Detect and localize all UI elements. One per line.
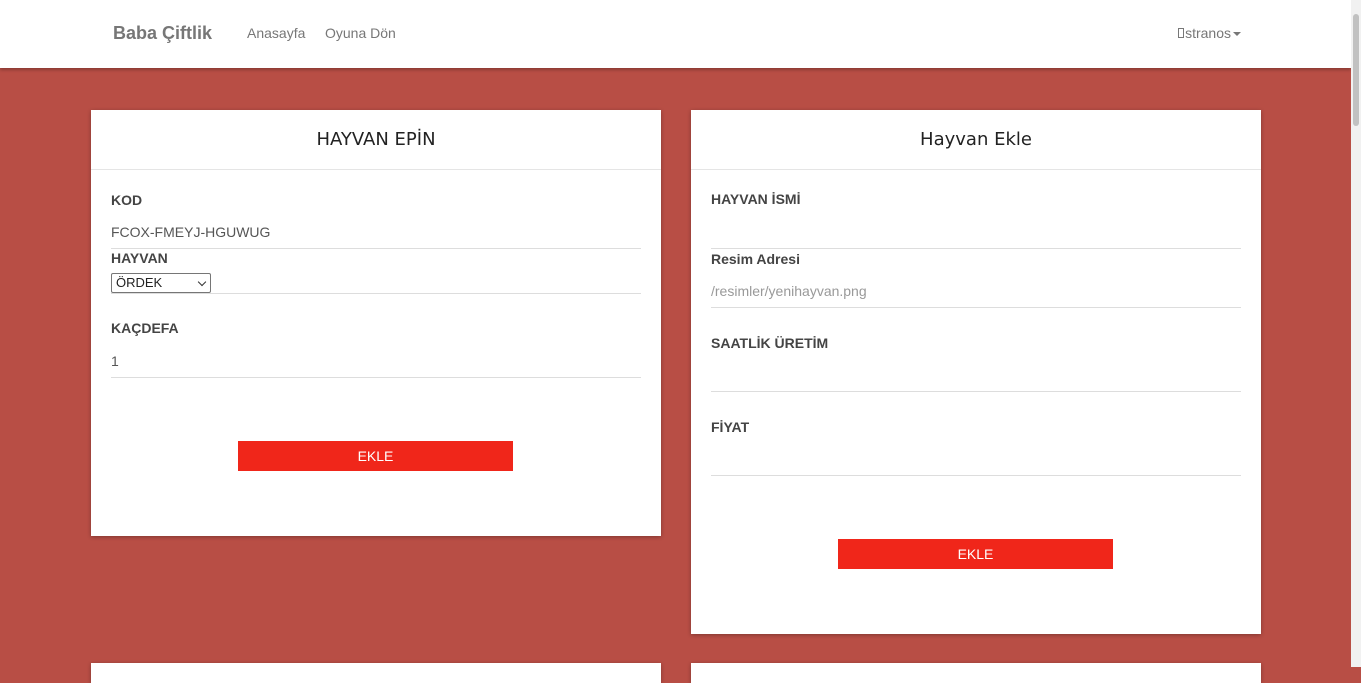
bottom-card-right xyxy=(691,663,1261,683)
image-url-underline xyxy=(711,307,1241,308)
page-scrollbar[interactable] xyxy=(1351,0,1361,667)
image-url-label: Resim Adresi xyxy=(711,251,800,267)
brand-logo[interactable]: Baba Çiftlik xyxy=(113,23,212,44)
top-navbar: Baba Çiftlik Anasayfa Oyuna Dön stranos xyxy=(0,0,1351,68)
hayvan-select[interactable]: ÖRDEK xyxy=(111,273,211,293)
kacdefa-input[interactable]: 1 xyxy=(111,353,119,369)
hourly-production-underline xyxy=(711,391,1241,392)
kacdefa-label: KAÇDEFA xyxy=(111,320,179,336)
kod-label: KOD xyxy=(111,192,143,208)
price-label: FİYAT xyxy=(711,419,750,435)
kacdefa-underline xyxy=(111,377,641,378)
user-dropdown[interactable]: stranos xyxy=(1178,25,1241,41)
epin-card: HAYVAN EPİN KOD FCOX-FMEYJ-HGUWUG HAYVAN… xyxy=(91,110,661,536)
add-animal-button[interactable]: EKLE xyxy=(838,539,1113,569)
user-icon xyxy=(1178,28,1185,38)
epin-card-title: HAYVAN EPİN xyxy=(91,110,661,170)
add-animal-card: Hayvan Ekle HAYVAN İSMİ Resim Adresi /re… xyxy=(691,110,1261,634)
animal-name-label: HAYVAN İSMİ xyxy=(711,191,801,207)
hayvan-label: HAYVAN xyxy=(111,250,168,266)
user-name: stranos xyxy=(1185,25,1231,41)
caret-down-icon xyxy=(1233,32,1241,36)
add-animal-card-title: Hayvan Ekle xyxy=(691,110,1261,170)
hayvan-selected-value: ÖRDEK xyxy=(116,275,163,290)
nav-link-home[interactable]: Anasayfa xyxy=(247,25,305,41)
kod-underline xyxy=(111,248,641,249)
bottom-card-left xyxy=(91,663,661,683)
kod-input[interactable]: FCOX-FMEYJ-HGUWUG xyxy=(111,224,270,240)
scrollbar-thumb[interactable] xyxy=(1353,14,1359,126)
chevron-down-icon xyxy=(197,277,207,287)
image-url-input[interactable]: /resimler/yenihayvan.png xyxy=(711,283,867,299)
epin-add-button[interactable]: EKLE xyxy=(238,441,513,471)
hayvan-underline xyxy=(111,293,641,294)
hourly-production-label: SAATLİK ÜRETİM xyxy=(711,335,829,351)
animal-name-underline xyxy=(711,248,1241,249)
nav-link-back-to-game[interactable]: Oyuna Dön xyxy=(325,25,396,41)
price-underline xyxy=(711,475,1241,476)
